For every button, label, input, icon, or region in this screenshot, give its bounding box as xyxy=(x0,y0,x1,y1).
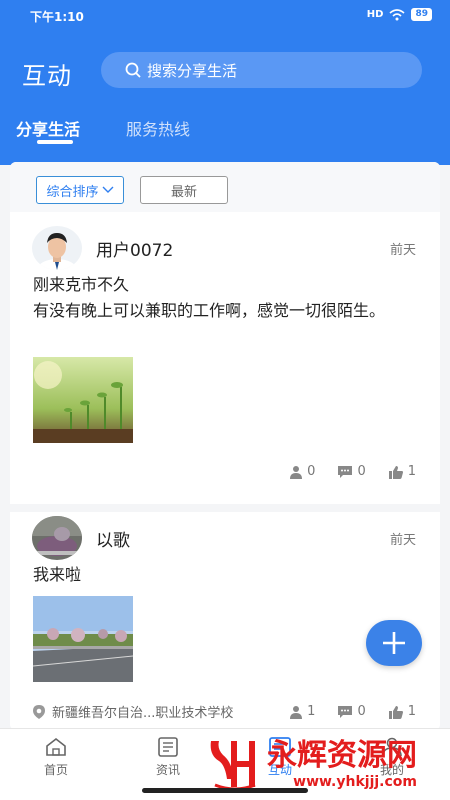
location-pin-icon xyxy=(33,704,45,719)
watermark: 永辉资源网 www.yhkjjj.com xyxy=(205,735,417,793)
comment-button[interactable]: 0 xyxy=(337,464,366,479)
view-count: 1 xyxy=(289,704,315,719)
search-input[interactable]: 搜索分享生活 xyxy=(101,52,422,88)
post-content: 刚来克市不久 有没有晚上可以兼职的工作啊，感觉一切很陌生。 xyxy=(33,272,423,324)
header: 互动 搜索分享生活 分享生活 服务热线 xyxy=(0,32,450,165)
like-button[interactable]: 1 xyxy=(388,464,416,479)
thumbs-up-icon xyxy=(388,465,403,479)
post-image[interactable] xyxy=(33,596,133,682)
post-time: 前天 xyxy=(389,533,416,548)
post-location[interactable]: 新疆维吾尔自治...职业技术学校 xyxy=(32,702,233,721)
person-icon xyxy=(290,705,303,719)
sort-comprehensive-label: 综合排序 xyxy=(46,184,99,200)
post-stats: 1 0 1 xyxy=(289,704,416,719)
wifi-icon xyxy=(389,8,405,20)
post-content-text: 我来啦 xyxy=(33,565,82,584)
sort-bar: 综合排序 最新 xyxy=(10,162,440,212)
person-icon xyxy=(290,465,303,479)
watermark-text: 永辉资源网 xyxy=(267,738,417,773)
comment-icon xyxy=(338,705,353,718)
post-username[interactable]: 用户0072 xyxy=(96,236,173,261)
add-post-button[interactable] xyxy=(366,620,422,666)
sort-comprehensive-button[interactable]: 综合排序 xyxy=(36,176,124,204)
post-username[interactable]: 以歌 xyxy=(96,526,130,551)
home-indicator xyxy=(142,788,308,793)
signal-icon: HD xyxy=(366,9,384,20)
post-item[interactable]: 以歌 前天 我来啦 新疆维吾尔自治...职业技术学校 1 0 1 xyxy=(10,512,440,730)
search-placeholder: 搜索分享生活 xyxy=(147,61,238,80)
sort-latest-button[interactable]: 最新 xyxy=(140,176,228,204)
location-text: 新疆维吾尔自治...职业技术学校 xyxy=(52,706,234,721)
post-stats: 0 0 1 xyxy=(289,464,416,479)
view-count: 0 xyxy=(289,464,315,479)
status-time: 下午1:10 xyxy=(30,10,84,24)
plus-icon xyxy=(383,632,405,654)
like-button[interactable]: 1 xyxy=(388,704,416,719)
nav-home[interactable]: 首页 xyxy=(26,737,86,778)
page-title: 互动 xyxy=(22,62,72,90)
post-content: 我来啦 xyxy=(33,562,423,588)
home-icon xyxy=(46,737,66,756)
post-time: 前天 xyxy=(389,243,416,258)
battery-icon: 89 xyxy=(411,8,432,21)
news-icon xyxy=(158,737,178,757)
tab-service-hotline[interactable]: 服务热线 xyxy=(126,116,190,140)
divider xyxy=(10,504,440,512)
avatar[interactable] xyxy=(32,226,82,270)
tab-active-indicator xyxy=(37,140,73,144)
chevron-down-icon xyxy=(102,186,113,193)
search-icon xyxy=(125,62,141,78)
status-bar: 下午1:10 HD 89 xyxy=(0,0,450,32)
nav-news[interactable]: 资讯 xyxy=(138,737,198,778)
post-content-text: 刚来克市不久 有没有晚上可以兼职的工作啊，感觉一切很陌生。 xyxy=(33,275,386,320)
avatar[interactable] xyxy=(32,516,82,560)
tab-share-life[interactable]: 分享生活 xyxy=(16,116,80,140)
post-item[interactable]: 用户0072 前天 刚来克市不久 有没有晚上可以兼职的工作啊，感觉一切很陌生。 … xyxy=(10,212,440,504)
watermark-logo xyxy=(210,741,256,791)
comment-button[interactable]: 0 xyxy=(337,704,366,719)
post-image[interactable] xyxy=(33,357,133,443)
thumbs-up-icon xyxy=(388,705,403,719)
comment-icon xyxy=(338,465,353,478)
status-icons: HD 89 xyxy=(367,8,432,21)
